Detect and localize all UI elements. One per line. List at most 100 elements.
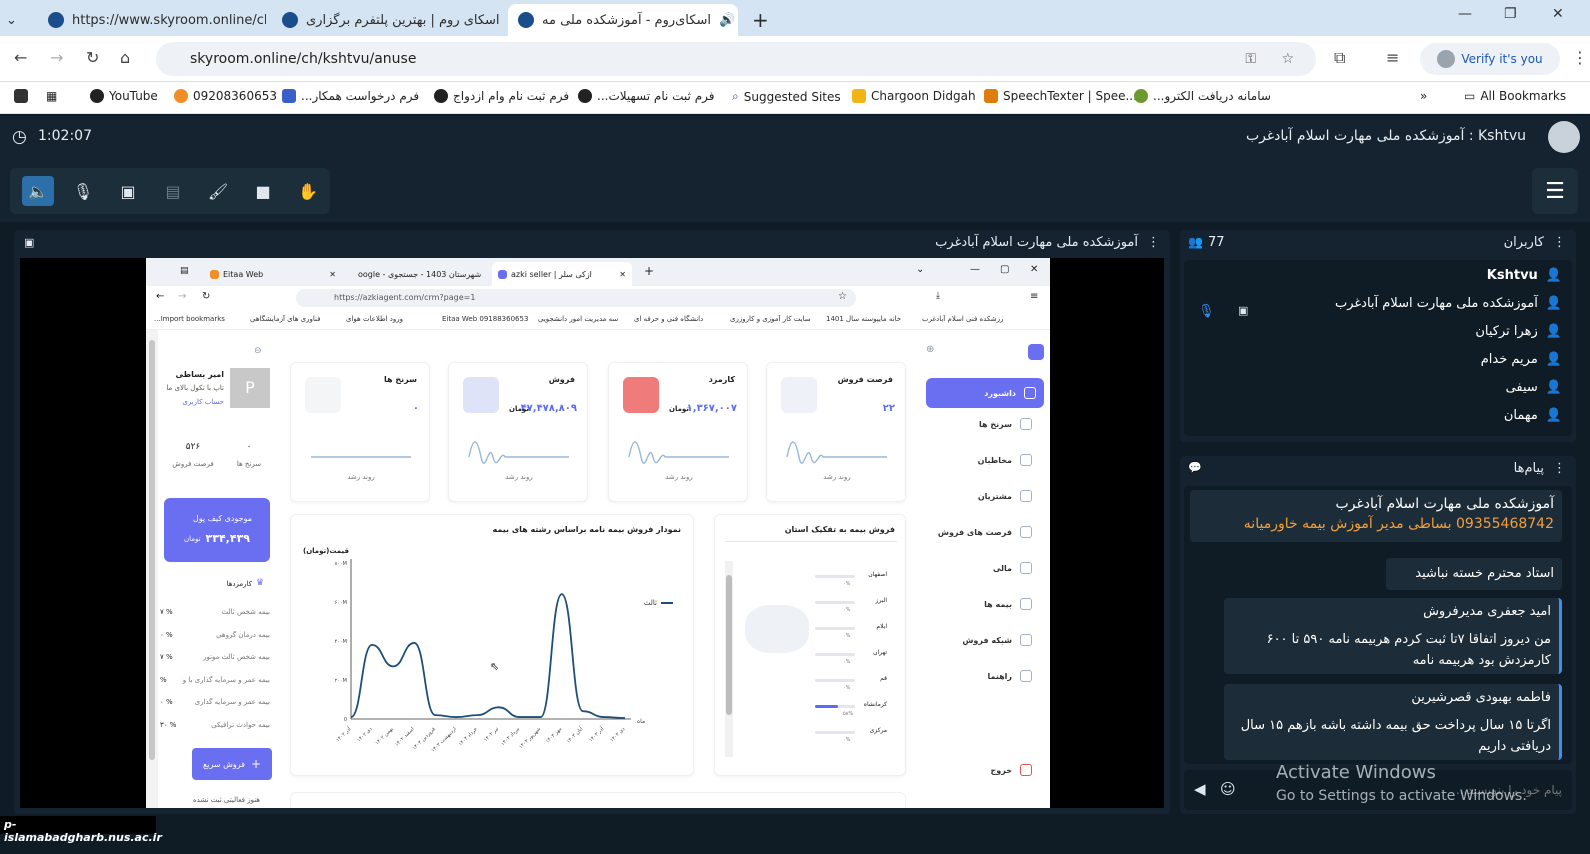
inner-bookmark: Import bookmarks... xyxy=(154,315,225,323)
kebab-menu-icon[interactable]: ⋮ xyxy=(1572,48,1588,67)
verify-profile-button[interactable]: Verify it's you xyxy=(1420,43,1560,75)
user-name: مریم خدام xyxy=(1480,352,1538,367)
province-pct: ۰% xyxy=(843,633,851,639)
user-row[interactable]: Kshtvu 👤 xyxy=(1487,268,1562,283)
stat-card-unit: تومان xyxy=(509,405,529,413)
whiteboard-button[interactable]: 🖌 xyxy=(202,176,234,206)
skyroom-favicon-icon xyxy=(282,12,298,28)
tab-title: اسکای‌روم - آموزشکده ملی مه xyxy=(542,12,711,28)
nav-item: راهنما xyxy=(936,666,1040,686)
nav-icon xyxy=(1020,670,1032,682)
message-item: استاد محترم خسته نباشید xyxy=(1386,558,1562,590)
message-text: اگرتا ۱۵ سال پرداخت حق بیمه داشته باشه ب… xyxy=(1240,718,1551,754)
user-row[interactable]: سیفی 👤 xyxy=(1506,380,1562,395)
files-button[interactable]: ■ xyxy=(247,176,279,206)
stat-card-title: فروش xyxy=(548,375,575,384)
url-input[interactable]: skyroom.online/ch/kshtvu/anuse ⚿ ☆ xyxy=(156,42,1316,76)
inner-bookmark: رزشکده فنی اسلام آبادغرب xyxy=(922,315,1004,323)
user-row[interactable]: زهرا ترکیان 👤 xyxy=(1475,324,1562,339)
all-bookmarks-folder[interactable]: ▭ All Bookmarks xyxy=(1464,89,1566,103)
folder-icon: ▭ xyxy=(1464,89,1476,103)
bookmark-speechtexter[interactable]: SpeechTexter | Spee... xyxy=(984,89,1137,103)
bookmark-electronic-system[interactable]: سامانه دریافت الکترو... xyxy=(1134,89,1271,103)
bookmarks-bar: ▦ YouTube 09208360653 فرم درخواست همکار.… xyxy=(0,82,1590,114)
province-bar xyxy=(815,601,855,604)
forward-icon[interactable]: → xyxy=(50,48,63,67)
inner-tab-title: azki seller | ازکی سلر xyxy=(511,269,592,279)
bookmark-phone[interactable]: 09208360653 xyxy=(174,89,277,103)
hamburger-icon: ☰ xyxy=(1545,178,1565,204)
address-bar: ← → ↻ ⌂ skyroom.online/ch/kshtvu/anuse ⚿… xyxy=(0,36,1590,82)
tab-skyroom-home[interactable]: اسکای روم | بهترین پلتفرم برگزاری ✕ xyxy=(272,4,502,36)
avatar[interactable] xyxy=(1548,121,1580,153)
briefcase-icon: ■ xyxy=(255,181,271,201)
y-tick-label: ۶۰۰M xyxy=(335,600,347,606)
shared-screen-video: ▤ Eitaa Web ✕ oogle - شهرستان 1403 - جستج… xyxy=(20,258,1164,808)
inner-minimize-icon: — xyxy=(970,264,980,275)
profile-subtitle: تاپ با تکول بالای ما xyxy=(166,384,224,392)
stat-card: فروش ۴۷,۴۷۸,۸۰۹ تومان روند رشد xyxy=(448,362,588,502)
more-bookmarks-icon[interactable]: » xyxy=(1420,89,1427,103)
screen-share-button[interactable]: ▤ xyxy=(157,176,189,206)
kebab-menu-icon[interactable]: ⋮ xyxy=(1147,235,1160,250)
reload-icon[interactable]: ↻ xyxy=(86,48,99,67)
user-row[interactable]: مریم خدام 👤 xyxy=(1481,352,1562,367)
province-sales-card: فروش بیمه به تفکیک استان اصفهان ۰% البرز ۰%… xyxy=(714,514,906,776)
province-bar xyxy=(815,731,855,734)
kebab-menu-icon[interactable]: ⋮ xyxy=(1553,235,1566,250)
home-icon[interactable]: ⌂ xyxy=(120,48,130,67)
bookmark-youtube[interactable]: YouTube xyxy=(90,89,158,103)
users-count: 77 xyxy=(1208,235,1225,250)
tab-search-chevron-icon[interactable]: ⌄ xyxy=(6,4,32,36)
nav-label: بیمه ها xyxy=(984,599,1012,609)
raise-hand-button[interactable]: ✋ xyxy=(292,176,324,206)
y-tick-label: ۴۰۰M xyxy=(335,639,347,645)
camera-button[interactable]: ▣ xyxy=(112,176,144,206)
bookmark-marriage-loan[interactable]: فرم ثبت نام وام ازدواج xyxy=(434,89,569,103)
bookmark-cooperation-form[interactable]: فرم درخواست همکار... xyxy=(282,89,419,103)
bookmark-chargoon[interactable]: Chargoon Didgah xyxy=(852,89,976,103)
bookmark-square-icon[interactable] xyxy=(14,89,28,103)
commission-value: % xyxy=(160,675,167,684)
commission-label: بیمه عمر و سرمایه گذاری xyxy=(194,698,270,707)
star-icon[interactable]: ☆ xyxy=(1281,51,1294,67)
user-row[interactable]: مهمان 👤 xyxy=(1504,408,1562,423)
x-tick-label: دی ۱۴۰۲ xyxy=(356,726,373,743)
trophy-icon: ♛ xyxy=(256,578,265,588)
back-icon[interactable]: ← xyxy=(14,48,27,67)
microphone-button[interactable]: 🎙 xyxy=(67,176,99,206)
inner-bookmark: دانشگاه فنی و حرفه ای xyxy=(634,315,704,323)
stat-card-title: کارمزد xyxy=(708,375,735,384)
password-key-icon[interactable]: ⚿ xyxy=(1245,51,1256,67)
nav-item: سرنخ ها xyxy=(936,414,1040,434)
province-bar xyxy=(815,705,855,708)
kebab-menu-icon[interactable]: ⋮ xyxy=(1553,461,1566,476)
nav-label: شبکه فروش xyxy=(962,635,1012,645)
tab-skyroom-room[interactable]: اسکای‌روم - آموزشکده ملی مه 🔊 ✕ xyxy=(508,4,738,36)
emoji-icon[interactable]: ☺ xyxy=(1220,780,1236,798)
speaker-button[interactable]: 🔈 xyxy=(22,176,54,206)
tab-skyroom-url[interactable]: https://www.skyroom.online/ch ✕ xyxy=(38,4,266,36)
apps-grid-icon[interactable]: ▦ xyxy=(46,89,57,103)
shared-desktop: ▤ Eitaa Web ✕ oogle - شهرستان 1403 - جستج… xyxy=(146,258,1050,808)
restore-icon[interactable]: ❐ xyxy=(1504,6,1517,22)
stat-card-title: فرصت فروش xyxy=(837,375,893,384)
hamburger-menu-button[interactable]: ☰ xyxy=(1532,168,1578,214)
x-tick-label: آذر ۱۴۰۳ xyxy=(587,725,605,743)
x-tick-label: دی ۱۴۰۳ xyxy=(609,726,626,743)
stat-card-value: ۲۲ xyxy=(882,403,895,414)
minimize-icon[interactable]: — xyxy=(1458,6,1472,22)
bookmark-suggested-sites[interactable]: ⌕ Suggested Sites xyxy=(732,89,841,104)
send-icon[interactable]: ◀ xyxy=(1194,780,1206,798)
extensions-icon[interactable]: ⧉ xyxy=(1334,48,1345,68)
new-tab-button[interactable]: + xyxy=(742,4,772,36)
media-control-icon[interactable]: ≡ xyxy=(1386,48,1399,67)
footer-domain: p-islamabadgharb.nus.ac.ir xyxy=(0,816,162,844)
user-row[interactable]: آموزشکده ملی مهارت اسلام آبادغرب 👤 xyxy=(1335,296,1562,311)
insurance-sales-chart-card: نمودار فروش بیمه نامه براساس رشته های بی… xyxy=(290,514,694,776)
bookmark-facilities[interactable]: فرم ثبت نام تسهیلات... xyxy=(578,89,715,103)
window-close-icon[interactable]: ✕ xyxy=(1552,6,1564,22)
nav-label: خروج xyxy=(990,765,1012,775)
bookmark-label: Suggested Sites xyxy=(743,89,841,104)
bookmark-label: Chargoon Didgah xyxy=(871,89,976,103)
